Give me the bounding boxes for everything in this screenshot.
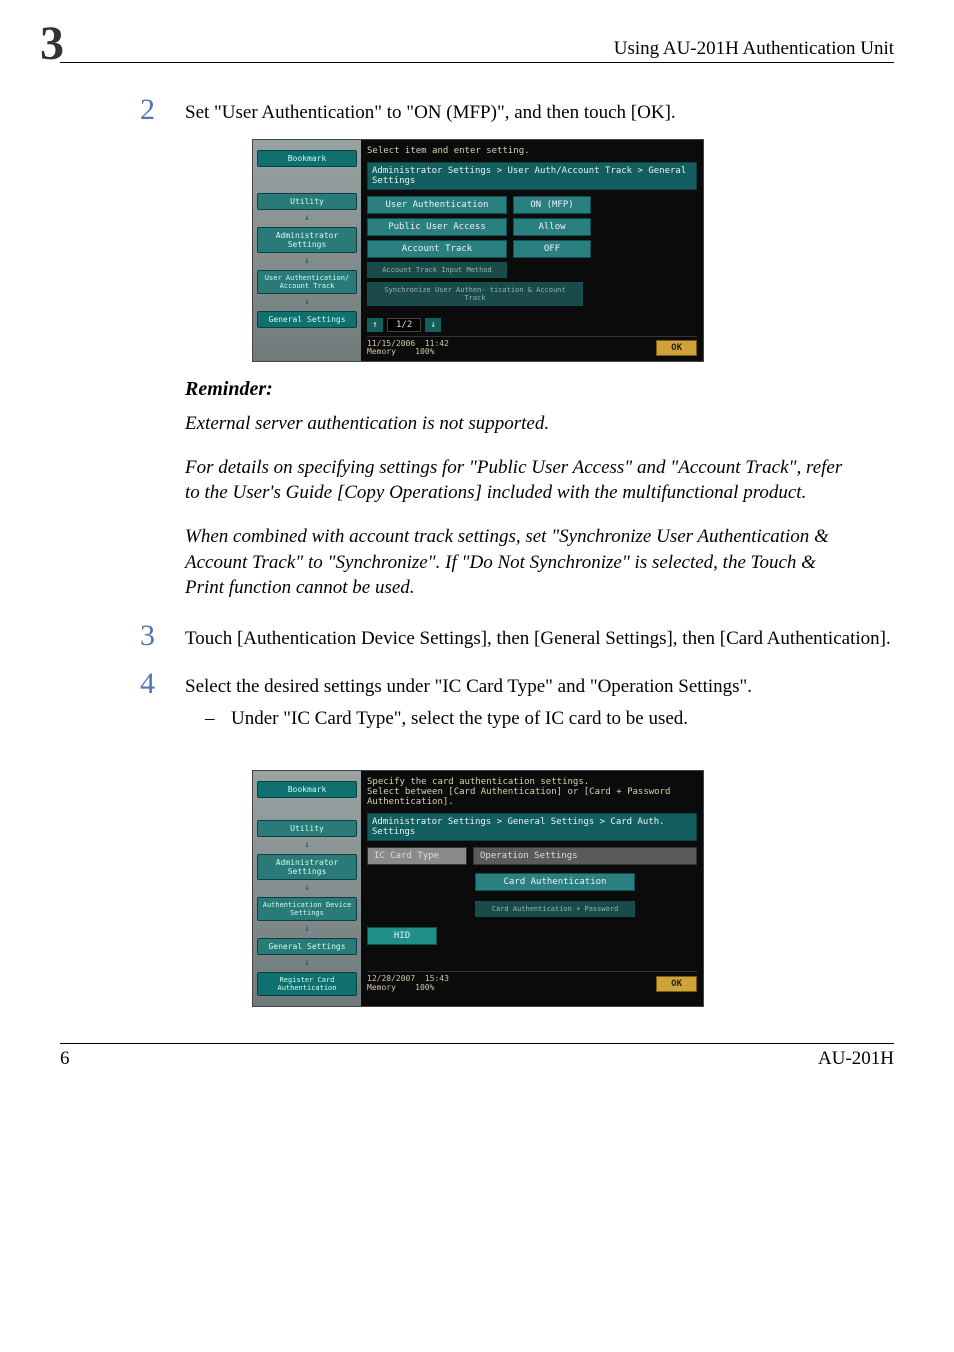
down-arrow-icon: ↓: [257, 257, 357, 266]
down-arrow-icon: ↓: [257, 925, 357, 934]
step-number: 3: [140, 619, 185, 652]
public-user-access-button[interactable]: Public User Access: [367, 218, 507, 236]
screenshot-card-auth-settings: Bookmark Utility ↓ Administrator Setting…: [252, 770, 702, 1007]
hid-button[interactable]: HID: [367, 927, 437, 945]
general-settings-button[interactable]: General Settings: [257, 311, 357, 328]
reminder-heading: Reminder:: [185, 378, 894, 401]
down-arrow-icon: ↓: [257, 884, 357, 893]
step-3: 3 Touch [Authentication Device Settings]…: [140, 619, 894, 653]
breadcrumb: Administrator Settings > General Setting…: [367, 813, 697, 841]
step-number: 4: [140, 667, 185, 700]
header-title: Using AU-201H Authentication Unit: [614, 38, 894, 60]
down-arrow-icon: ↓: [257, 959, 357, 968]
ok-button[interactable]: OK: [656, 340, 697, 356]
account-track-input-method-button: Account Track Input Method: [367, 262, 507, 278]
account-track-button[interactable]: Account Track: [367, 240, 507, 258]
bullet-text: Under "IC Card Type", select the type of…: [231, 708, 688, 730]
step-text: Select the desired settings under "IC Ca…: [185, 667, 752, 701]
register-card-auth-button[interactable]: Register Card Authentication: [257, 972, 357, 996]
down-arrow-icon: ↓: [257, 298, 357, 307]
step-number: 2: [140, 93, 185, 126]
down-arrow-icon: ↓: [257, 841, 357, 850]
utility-button[interactable]: Utility: [257, 193, 357, 210]
chapter-number: 3: [40, 20, 64, 68]
page-header: 3 Using AU-201H Authentication Unit: [60, 20, 894, 63]
tab-ic-card-type[interactable]: IC Card Type: [367, 847, 467, 865]
reminder-text: When combined with account track setting…: [185, 524, 845, 601]
bookmark-button[interactable]: Bookmark: [257, 781, 357, 798]
auth-device-settings-button[interactable]: Authentication Device Settings: [257, 897, 357, 921]
account-track-value[interactable]: OFF: [513, 240, 591, 258]
ok-button[interactable]: OK: [656, 976, 697, 992]
step-text: Set "User Authentication" to "ON (MFP)",…: [185, 93, 676, 127]
step-text: Touch [Authentication Device Settings], …: [185, 619, 891, 653]
bullet-dash-icon: –: [205, 708, 231, 730]
card-auth-password-button[interactable]: Card Authentication + Password: [475, 901, 635, 917]
admin-settings-button[interactable]: Administrator Settings: [257, 227, 357, 253]
down-arrow-icon: ↓: [257, 214, 357, 223]
page-number: 6: [60, 1048, 70, 1070]
user-authentication-button[interactable]: User Authentication: [367, 196, 507, 214]
user-auth-account-track-button[interactable]: User Authentication/ Account Track: [257, 270, 357, 294]
tab-operation-settings[interactable]: Operation Settings: [473, 847, 697, 865]
model-label: AU-201H: [818, 1048, 894, 1070]
screen-instruction: Select item and enter setting.: [367, 144, 697, 162]
utility-button[interactable]: Utility: [257, 820, 357, 837]
page-indicator: 1/2: [387, 318, 421, 332]
list-item: – Under "IC Card Type", select the type …: [205, 708, 894, 730]
reminder-text: External server authentication is not su…: [185, 411, 845, 437]
user-authentication-value[interactable]: ON (MFP): [513, 196, 591, 214]
status-bar: 11/15/2006 11:42 Memory 100%: [367, 340, 449, 358]
step-2: 2 Set "User Authentication" to "ON (MFP)…: [140, 93, 894, 127]
page-down-button[interactable]: ↓: [425, 318, 441, 332]
bookmark-button[interactable]: Bookmark: [257, 150, 357, 167]
page-footer: 6 AU-201H: [60, 1043, 894, 1070]
page-up-button[interactable]: ↑: [367, 318, 383, 332]
breadcrumb: Administrator Settings > User Auth/Accou…: [367, 162, 697, 190]
status-bar: 12/28/2007 15:43 Memory 100%: [367, 975, 449, 993]
screenshot-general-settings: Bookmark Utility ↓ Administrator Setting…: [252, 139, 702, 363]
public-user-access-value[interactable]: Allow: [513, 218, 591, 236]
step-4: 4 Select the desired settings under "IC …: [140, 667, 894, 701]
card-authentication-button[interactable]: Card Authentication: [475, 873, 635, 891]
synchronize-button: Synchronize User Authen- tication & Acco…: [367, 282, 583, 306]
admin-settings-button[interactable]: Administrator Settings: [257, 854, 357, 880]
general-settings-button[interactable]: General Settings: [257, 938, 357, 955]
screen-instruction: Specify the card authentication settings…: [367, 775, 697, 813]
reminder-text: For details on specifying settings for "…: [185, 455, 845, 506]
